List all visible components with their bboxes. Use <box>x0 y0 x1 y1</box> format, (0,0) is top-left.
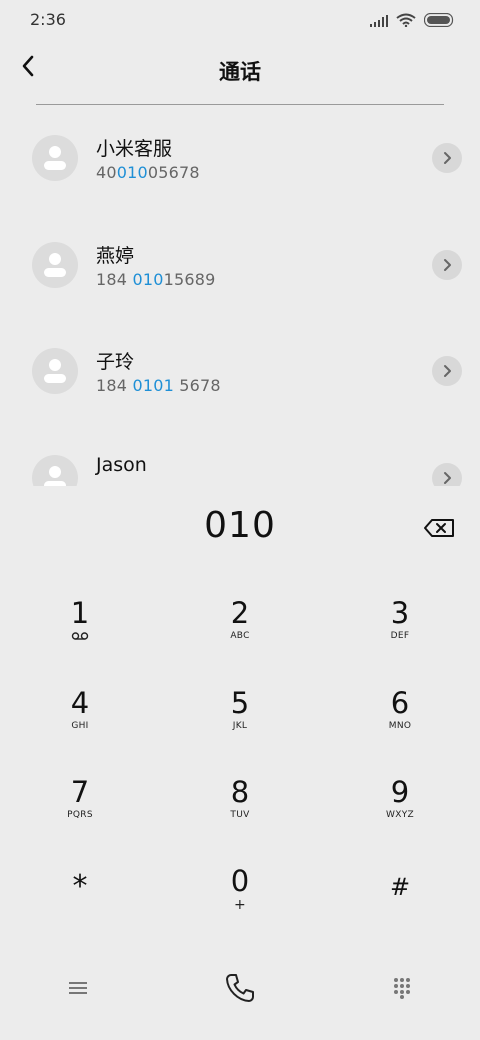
key-letters: GHI <box>71 721 89 731</box>
key-digit: # <box>389 873 411 901</box>
backspace-button[interactable] <box>422 514 456 542</box>
avatar <box>32 455 78 486</box>
key-2[interactable]: 2 ABC <box>180 598 300 678</box>
dialpad-icon <box>394 978 410 999</box>
wifi-icon <box>396 12 416 31</box>
key-letters: + <box>233 897 247 913</box>
status-bar: 2:36 <box>0 0 480 40</box>
signal-icon <box>370 12 388 31</box>
avatar <box>32 135 78 181</box>
key-1[interactable]: 1 <box>20 598 140 678</box>
key-8[interactable]: 8 TUV <box>180 777 300 857</box>
key-9[interactable]: 9 WXYZ <box>340 777 460 857</box>
key-digit: 8 <box>230 775 250 809</box>
contact-row[interactable]: 燕婷 184 01015689 <box>0 217 480 307</box>
number-suffix: 5678 <box>173 376 221 395</box>
number-match: 0101 <box>132 376 174 395</box>
phone-call-icon <box>226 974 254 1002</box>
key-6[interactable]: 6 MNO <box>340 688 460 768</box>
number-prefix: 184 <box>96 376 133 395</box>
key-letters: PQRS <box>67 810 93 820</box>
key-0[interactable]: 0 + <box>180 866 300 946</box>
chevron-right-icon <box>444 365 451 377</box>
number-match: 010 <box>132 270 164 289</box>
contact-row[interactable]: 子玲 184 0101 5678 <box>0 323 480 413</box>
key-digit: 0 <box>230 864 250 898</box>
contact-detail-button[interactable] <box>432 250 462 280</box>
key-4[interactable]: 4 GHI <box>20 688 140 768</box>
person-icon <box>44 359 66 383</box>
number-prefix: 40 <box>96 163 117 182</box>
chevron-right-icon <box>444 259 451 271</box>
status-icons <box>370 12 454 31</box>
number-match: 010 <box>116 163 148 182</box>
person-icon <box>44 146 66 170</box>
contact-row[interactable]: Jason <box>0 430 480 486</box>
contact-number: 4001005678 <box>96 163 200 182</box>
contact-number: 184 01015689 <box>96 270 215 289</box>
menu-icon <box>69 982 87 994</box>
key-digit: 4 <box>70 686 90 720</box>
chevron-right-icon <box>444 152 451 164</box>
person-icon <box>44 466 66 486</box>
person-icon <box>44 253 66 277</box>
key-digit: 6 <box>390 686 410 720</box>
contact-name: 小米客服 <box>96 138 173 160</box>
key-digit: 3 <box>390 596 410 630</box>
backspace-icon <box>424 519 454 537</box>
contact-list: 小米客服 4001005678 燕婷 184 01015689 子玲 184 0… <box>0 110 480 486</box>
key-hash[interactable]: # <box>340 872 460 952</box>
avatar <box>32 242 78 288</box>
key-letters: ABC <box>230 631 250 641</box>
key-letters: WXYZ <box>386 810 414 820</box>
avatar <box>32 348 78 394</box>
contact-detail-button[interactable] <box>432 356 462 386</box>
key-digit: * <box>72 869 88 904</box>
key-digit: 7 <box>70 775 90 809</box>
key-star[interactable]: * <box>20 872 140 952</box>
dial-input: 010 <box>204 505 276 546</box>
contact-number: 184 0101 5678 <box>96 376 221 395</box>
key-letters: MNO <box>388 721 412 731</box>
call-button[interactable] <box>212 960 268 1016</box>
number-suffix: 05678 <box>147 163 200 182</box>
dialpad-toggle-button[interactable] <box>374 960 430 1016</box>
key-7[interactable]: 7 PQRS <box>20 777 140 857</box>
chevron-right-icon <box>444 472 451 484</box>
status-time: 2:36 <box>30 10 66 29</box>
header: 通话 <box>0 40 480 104</box>
contact-detail-button[interactable] <box>432 143 462 173</box>
header-divider <box>36 104 444 105</box>
key-5[interactable]: 5 JKL <box>180 688 300 768</box>
menu-button[interactable] <box>50 960 106 1016</box>
key-digit: 2 <box>230 596 250 630</box>
bottom-bar <box>0 960 480 1016</box>
voicemail-icon <box>20 631 140 643</box>
key-digit: 9 <box>390 775 410 809</box>
key-letters: DEF <box>390 631 410 641</box>
number-prefix: 184 <box>96 270 133 289</box>
key-digit: 5 <box>230 686 250 720</box>
number-suffix: 15689 <box>163 270 216 289</box>
key-letters: TUV <box>230 810 250 820</box>
contact-name: 燕婷 <box>96 245 135 267</box>
contact-name: 子玲 <box>96 351 135 373</box>
contact-detail-button[interactable] <box>432 463 462 486</box>
battery-icon <box>423 12 454 31</box>
key-3[interactable]: 3 DEF <box>340 598 460 678</box>
key-digit: 1 <box>70 596 90 630</box>
contact-name: Jason <box>96 454 147 476</box>
page-title: 通话 <box>219 60 261 84</box>
key-letters: JKL <box>232 721 248 731</box>
contact-row[interactable]: 小米客服 4001005678 <box>0 110 480 200</box>
